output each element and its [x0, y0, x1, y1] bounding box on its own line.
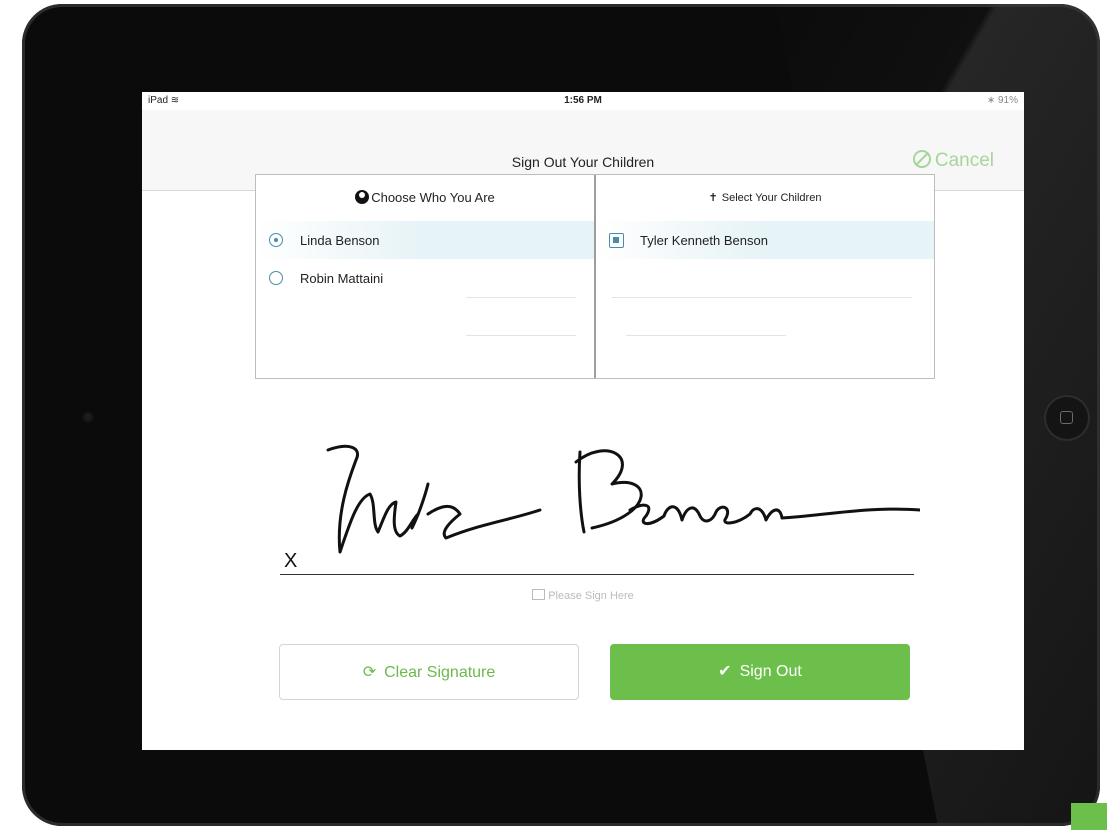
guardian-panel-header: Choose Who You Are: [256, 175, 594, 221]
signature-pad[interactable]: [280, 432, 920, 582]
signature-hint-label: Please Sign Here: [548, 590, 634, 602]
signature-line: [280, 574, 914, 575]
row-divider: [626, 335, 786, 336]
selection-panels: Choose Who You Are Linda Benson Robin Ma…: [255, 174, 935, 379]
pencil-icon: [532, 589, 546, 600]
child-row-tyler-kenneth-benson[interactable]: Tyler Kenneth Benson: [596, 221, 934, 259]
signature-stroke: [326, 444, 542, 554]
cancel-circle-icon: [912, 150, 931, 168]
guardian-row-linda-benson[interactable]: Linda Benson: [256, 221, 594, 259]
signature-hint: Please Sign Here: [142, 589, 1024, 602]
page-title: Sign Out Your Children: [511, 154, 655, 170]
guardian-row-robin-mattaini[interactable]: Robin Mattaini: [256, 259, 594, 297]
child-name: Tyler Kenneth Benson: [640, 233, 768, 248]
guardian-name: Linda Benson: [300, 233, 380, 248]
checkbox-checked-icon[interactable]: [609, 233, 624, 248]
signature-stroke: [574, 449, 920, 534]
status-battery: ∗ 91%: [986, 95, 1018, 106]
row-divider: [466, 297, 576, 298]
home-button-square-icon: [1060, 411, 1073, 424]
bluetooth-icon: ∗: [986, 95, 996, 106]
person-icon: [355, 190, 370, 204]
children-panel: ✝ Select Your Children Tyler Kenneth Bens…: [596, 175, 934, 378]
home-button[interactable]: [1044, 395, 1090, 441]
front-camera: [84, 413, 92, 421]
guardian-name: Robin Mattaini: [300, 271, 384, 286]
status-bar: iPad ≋ 1:56 PM ∗ 91%: [142, 92, 1024, 110]
radio-selected-icon[interactable]: [269, 233, 283, 247]
ipad-device-frame: iPad ≋ 1:56 PM ∗ 91% Sign Out Your Child…: [22, 4, 1100, 826]
row-divider: [466, 335, 576, 336]
guardian-header-label: Choose Who You Are: [371, 190, 495, 205]
signature-x-marker: X: [284, 550, 298, 572]
guardian-panel: Choose Who You Are Linda Benson Robin Ma…: [256, 175, 596, 378]
radio-unselected-icon[interactable]: [269, 271, 283, 285]
app-screen: iPad ≋ 1:56 PM ∗ 91% Sign Out Your Child…: [142, 92, 1024, 750]
cancel-label: Cancel: [934, 150, 994, 171]
clear-signature-button[interactable]: ⟳ Clear Signature: [279, 644, 579, 700]
refresh-icon: ⟳: [362, 664, 377, 681]
cancel-button[interactable]: Cancel: [912, 150, 994, 172]
corner-accent: [1071, 803, 1107, 830]
status-time: 1:56 PM: [564, 95, 602, 106]
children-panel-header: ✝ Select Your Children: [596, 175, 934, 221]
child-icon: ✝: [708, 192, 718, 204]
clear-signature-label: Clear Signature: [384, 664, 496, 681]
children-header-label: Select Your Children: [721, 192, 822, 204]
checkmark-icon: ✔: [718, 663, 732, 680]
row-divider: [612, 297, 912, 298]
sign-out-label: Sign Out: [739, 663, 802, 680]
sign-out-button[interactable]: ✔ Sign Out: [610, 644, 910, 700]
